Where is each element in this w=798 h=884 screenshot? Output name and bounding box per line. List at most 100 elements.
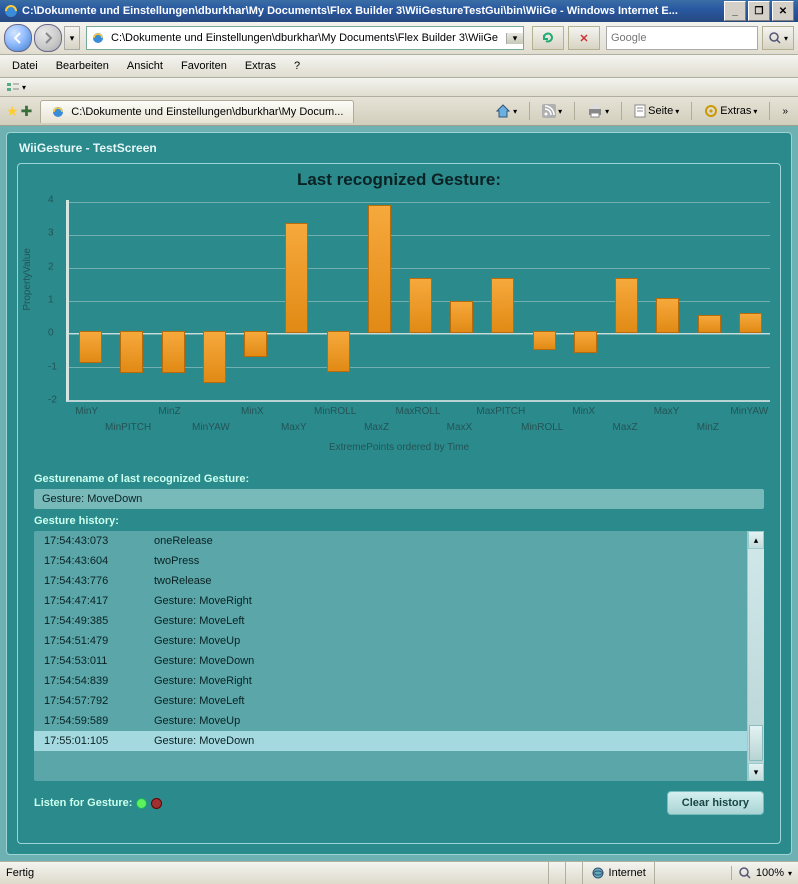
window-title: C:\Dokumente und Einstellungen\dburkhar\…: [22, 5, 722, 17]
back-button[interactable]: [4, 24, 32, 52]
history-row[interactable]: 17:54:59:589Gesture: MoveUp: [34, 711, 747, 731]
close-button[interactable]: ✕: [772, 1, 794, 21]
tools-menu-button[interactable]: Extras▾: [700, 102, 761, 120]
history-row[interactable]: 17:54:54:839Gesture: MoveRight: [34, 671, 747, 691]
history-row[interactable]: 17:54:43:073oneRelease: [34, 531, 747, 551]
history-gesture: Gesture: MoveRight: [154, 675, 252, 687]
page-menu-button[interactable]: Seite▾: [630, 102, 683, 120]
chart-xtick: MinX: [572, 406, 595, 417]
address-dropdown[interactable]: ▾: [506, 33, 523, 44]
history-row[interactable]: 17:54:49:385Gesture: MoveLeft: [34, 611, 747, 631]
history-gesture: twoPress: [154, 555, 199, 567]
history-row[interactable]: 17:54:51:479Gesture: MoveUp: [34, 631, 747, 651]
history-row[interactable]: 17:54:57:792Gesture: MoveLeft: [34, 691, 747, 711]
history-row[interactable]: 17:54:43:604twoPress: [34, 551, 747, 571]
ie-icon: [4, 4, 18, 18]
history-timestamp: 17:54:47:417: [44, 595, 154, 607]
menu-help[interactable]: ?: [286, 57, 308, 75]
chart-ytick: 2: [48, 261, 54, 272]
status-dot-red: [151, 798, 162, 809]
history-scrollbar[interactable]: ▴ ▾: [747, 531, 764, 781]
panel-footer: Listen for Gesture: Clear history: [34, 791, 764, 815]
chart-xtick: MinZ: [158, 406, 180, 417]
status-zone: Internet: [582, 862, 654, 884]
history-timestamp: 17:54:53:011: [44, 655, 154, 667]
chart-bar: [162, 331, 185, 373]
chart-bar: [120, 331, 143, 373]
history-gesture: Gesture: MoveDown: [154, 735, 254, 747]
menu-favoriten[interactable]: Favoriten: [173, 57, 235, 75]
history-gesture: Gesture: MoveRight: [154, 595, 252, 607]
address-input[interactable]: [109, 28, 506, 48]
chart-xtick: MaxY: [281, 422, 307, 433]
feeds-button[interactable]: ▾: [538, 102, 566, 120]
search-bar[interactable]: [606, 26, 758, 50]
stop-button[interactable]: ✕: [568, 26, 600, 50]
menu-bearbeiten[interactable]: Bearbeiten: [48, 57, 117, 75]
menu-ansicht[interactable]: Ansicht: [119, 57, 171, 75]
chart-ylabel: PropertyValue: [22, 248, 33, 311]
chart-xtick: MaxZ: [364, 422, 389, 433]
history-row[interactable]: 17:54:43:776twoRelease: [34, 571, 747, 591]
history-timestamp: 17:54:49:385: [44, 615, 154, 627]
gesture-name-label: Gesturename of last recognized Gesture:: [34, 473, 780, 485]
toolbar-chevron[interactable]: »: [778, 104, 792, 119]
browser-window: { "title": "C:\\Dokumente und Einstellun…: [0, 0, 798, 884]
chart-xtick: MaxY: [654, 406, 680, 417]
chart-bar: [533, 331, 556, 350]
chart-bar: [285, 223, 308, 333]
chart-bar: [203, 331, 226, 383]
chart-bars: [69, 200, 770, 400]
refresh-button[interactable]: [532, 26, 564, 50]
status-bar: Fertig Internet 100% ▾: [0, 861, 798, 884]
menu-extras[interactable]: Extras: [237, 57, 284, 75]
chart-xtick: MinZ: [697, 422, 719, 433]
history-row[interactable]: 17:55:01:105Gesture: MoveDown: [34, 731, 747, 751]
chart-ytick: -1: [48, 361, 57, 372]
chart-bar: [327, 331, 350, 371]
address-bar[interactable]: ▾: [86, 26, 524, 50]
chart-ytick: 1: [48, 295, 54, 306]
scroll-track[interactable]: [748, 549, 764, 763]
scroll-up-button[interactable]: ▴: [748, 531, 764, 549]
chart-ytick: 0: [48, 328, 54, 339]
chart-area: PropertyValue 43210-1-2 MinYMinPITCHMinZ…: [24, 192, 774, 467]
print-button[interactable]: ▾: [583, 102, 613, 120]
chart-bar: [450, 301, 473, 333]
chart-xtick: MinROLL: [521, 422, 563, 433]
chart-bar: [368, 205, 391, 334]
status-dot-green: [136, 798, 147, 809]
history-row[interactable]: 17:54:53:011Gesture: MoveDown: [34, 651, 747, 671]
zoom-control[interactable]: 100% ▾: [731, 866, 798, 880]
chart-plot: [66, 200, 770, 402]
history-timestamp: 17:54:43:604: [44, 555, 154, 567]
add-favorite-icon[interactable]: ✚: [21, 103, 33, 120]
nav-history-dropdown[interactable]: ▾: [64, 26, 80, 50]
browser-tab[interactable]: C:\Dokumente und Einstellungen\dburkhar\…: [40, 100, 354, 123]
search-button[interactable]: ▾: [762, 26, 794, 50]
search-input[interactable]: [607, 31, 757, 45]
favorites-icon[interactable]: ★: [6, 103, 19, 120]
menu-datei[interactable]: Datei: [4, 57, 46, 75]
chart-xtick: MinPITCH: [105, 422, 151, 433]
history-gesture: Gesture: MoveLeft: [154, 695, 245, 707]
chart-bar: [574, 331, 597, 353]
forward-button[interactable]: [34, 24, 62, 52]
history-timestamp: 17:54:59:589: [44, 715, 154, 727]
scroll-down-button[interactable]: ▾: [748, 763, 764, 781]
scroll-thumb[interactable]: [749, 725, 763, 761]
history-row[interactable]: 17:54:47:417Gesture: MoveRight: [34, 591, 747, 611]
history-list[interactable]: 17:54:43:073oneRelease17:54:43:604twoPre…: [34, 531, 747, 781]
maximize-button[interactable]: ❐: [748, 1, 770, 21]
zoom-dropdown-icon[interactable]: ▾: [788, 869, 792, 878]
home-button[interactable]: ▾: [491, 102, 521, 120]
history-gesture: Gesture: MoveDown: [154, 655, 254, 667]
clear-history-button[interactable]: Clear history: [667, 791, 764, 815]
chart-xtick: MaxROLL: [395, 406, 440, 417]
minimize-button[interactable]: _: [724, 1, 746, 21]
history-timestamp: 17:54:51:479: [44, 635, 154, 647]
history-gesture: Gesture: MoveUp: [154, 715, 240, 727]
links-icon[interactable]: [6, 81, 20, 93]
links-bar: ▾: [0, 78, 798, 97]
chart-bar: [409, 278, 432, 333]
